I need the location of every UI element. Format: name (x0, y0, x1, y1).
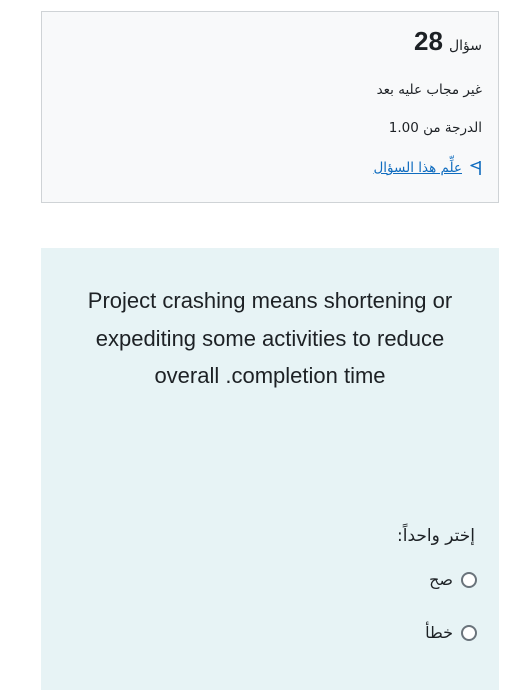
question-info-panel: سؤال 28 غير مجاب عليه بعد الدرجة من 1.00… (41, 11, 499, 203)
answer-label: خطأ (425, 623, 453, 642)
flag-question-link[interactable]: علِّم هذا السؤال (374, 160, 483, 176)
question-number-label: سؤال (448, 38, 482, 54)
answer-option-false[interactable]: خطأ (425, 623, 477, 642)
answer-label: صح (429, 570, 453, 589)
question-content-panel: Project crashing means shortening or exp… (41, 248, 499, 690)
question-state: غير مجاب عليه بعد (376, 82, 482, 98)
radio-button[interactable] (461, 571, 477, 588)
question-grade: الدرجة من 1.00 (388, 120, 482, 136)
question-number: سؤال 28 (414, 26, 482, 57)
answer-prompt: إختر واحداً: (397, 526, 475, 546)
flag-icon (468, 160, 482, 176)
answer-option-true[interactable]: صح (429, 570, 477, 589)
flag-question-label: علِّم هذا السؤال (373, 160, 463, 176)
question-text: Project crashing means shortening or exp… (87, 288, 453, 388)
radio-button[interactable] (461, 624, 477, 641)
question-number-value: 28 (414, 26, 443, 56)
